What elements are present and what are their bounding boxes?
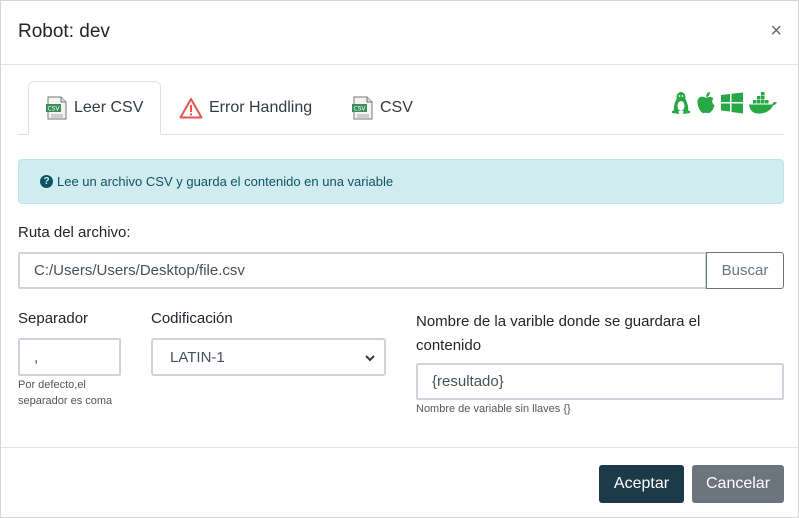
modal-header: Robot: dev × [1, 1, 798, 65]
variable-value: {resultado} [432, 373, 504, 390]
apple-icon [696, 91, 716, 115]
close-icon[interactable]: × [770, 21, 782, 41]
path-value: C:/Users/Users/Desktop/file.csv [34, 262, 245, 279]
csv-icon-text: CSV [47, 106, 60, 113]
encoding-label: Codificación [151, 310, 233, 327]
variable-label-line: Nombre de la varible donde se guardara e… [416, 313, 701, 330]
alert-text: Lee un archivo CSV y guarda el contenido… [57, 174, 394, 189]
separator-value: , [34, 348, 39, 366]
separator-input[interactable]: , [18, 338, 121, 376]
docker-icon [748, 91, 778, 115]
csv-icon-text: CSV [353, 106, 366, 113]
path-input[interactable]: C:/Users/Users/Desktop/file.csv [18, 252, 707, 289]
tab-error-handling[interactable]: Error Handling [178, 81, 312, 135]
variable-label-line: contenido [416, 337, 482, 354]
path-label: Ruta del archivo: [18, 224, 131, 241]
accept-button[interactable]: Aceptar [599, 465, 684, 503]
cancel-button[interactable]: Cancelar [692, 465, 784, 503]
tab-label: Error Handling [209, 99, 313, 116]
tab-label: CSV [380, 99, 413, 116]
csv-file-icon: CSV [46, 96, 68, 120]
warning-icon [179, 97, 203, 119]
variable-input[interactable]: {resultado} [416, 363, 784, 400]
separator-help-line: Por defecto,el [18, 379, 86, 391]
csv-file-icon: CSV [352, 96, 374, 120]
windows-icon [720, 92, 744, 114]
tab-label: Leer CSV [74, 99, 144, 116]
os-icons [670, 91, 778, 115]
tab-csv[interactable]: CSV CSV [352, 81, 413, 135]
variable-help: Nombre de variable sin llaves {} [416, 403, 571, 415]
chevron-down-icon [364, 351, 376, 368]
variable-label: Nombre de la varible donde se guardara e… [416, 310, 700, 358]
info-alert: ? Lee un archivo CSV y guarda el conteni… [18, 159, 784, 204]
separator-help: Por defecto,el separador es coma [18, 377, 112, 409]
separator-help-line: separador es coma [18, 395, 113, 407]
question-circle-icon: ? [40, 175, 53, 188]
separator-label: Separador [18, 310, 89, 327]
encoding-select[interactable]: LATIN-1 [151, 338, 386, 376]
modal-title: Robot: dev [18, 21, 110, 42]
browse-button[interactable]: Buscar [706, 252, 784, 289]
tab-leer-csv[interactable]: CSV Leer CSV [28, 81, 161, 135]
encoding-value: LATIN-1 [170, 348, 225, 366]
robot-modal: Robot: dev × CSV Leer CSV Error Handling… [0, 0, 799, 518]
linux-icon [670, 91, 692, 115]
